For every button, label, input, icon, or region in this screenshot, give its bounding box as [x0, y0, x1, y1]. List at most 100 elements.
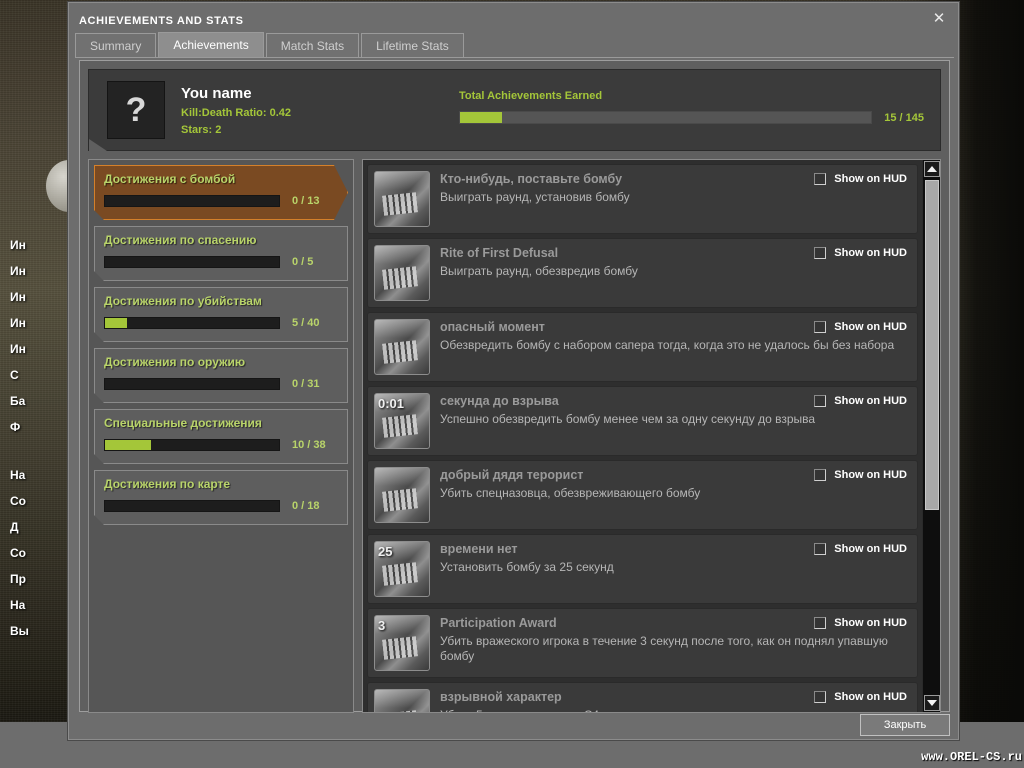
player-stars: Stars: 2 — [181, 123, 222, 136]
scrollbar-thumb[interactable] — [925, 180, 939, 510]
kill-death-ratio: Kill:Death Ratio: 0.42 — [181, 106, 292, 119]
category-item[interactable]: Достижения по спасению 0 / 5 — [94, 226, 348, 281]
category-count: 5 / 40 — [292, 317, 320, 329]
arrow-down-icon[interactable] — [924, 695, 940, 711]
achievement-list-panel: Кто-нибудь, поставьте бомбу Выиграть раун… — [362, 159, 941, 713]
background-menu-item: С — [10, 368, 19, 382]
total-achievements-count: 15 / 145 — [884, 111, 924, 124]
show-on-hud-checkbox[interactable] — [814, 691, 827, 703]
achievement-row[interactable]: взрывной характерУбить 5 игроков взрывом… — [367, 682, 918, 712]
achievement-row[interactable]: Rite of First Defusal Выиграть раунд, обе… — [367, 238, 918, 308]
category-progress-bar — [104, 378, 280, 390]
tab-summary[interactable]: Summary — [75, 33, 157, 57]
category-item[interactable]: Достижения по убийствам 5 / 40 — [94, 287, 348, 342]
achievement-description: Установить бомбу за 25 секунд — [440, 560, 614, 574]
show-on-hud-checkbox[interactable] — [814, 395, 827, 407]
achievement-row[interactable]: 0:01 секунда до взрыва Успешно обезвредить… — [367, 386, 918, 456]
achievement-list: Кто-нибудь, поставьте бомбу Выиграть раун… — [363, 160, 922, 712]
show-on-hud-label: Show on HUD — [834, 247, 907, 259]
show-on-hud-checkbox[interactable] — [814, 247, 827, 259]
category-name: Достижения по карте — [104, 477, 231, 491]
show-on-hud-toggle[interactable]: Show on HUD — [814, 395, 907, 407]
total-achievements-label: Total Achievements Earned — [459, 90, 603, 102]
category-item[interactable]: Достижения по оружию 0 / 31 — [94, 348, 348, 403]
achievement-icon — [374, 319, 430, 375]
tab-match-stats[interactable]: Match Stats — [265, 33, 360, 57]
dialog-titlebar: ACHIEVEMENTS AND STATS ✕ — [69, 3, 958, 31]
achievement-row[interactable]: опасный момент Обезвредить бомбу с наборо… — [367, 312, 918, 382]
show-on-hud-toggle[interactable]: Show on HUD — [814, 173, 907, 185]
category-count: 0 / 18 — [292, 500, 320, 512]
show-on-hud-checkbox[interactable] — [814, 321, 827, 333]
background-menu-item: Ин — [10, 316, 26, 330]
site-watermark: www.OREL-CS.ru — [921, 750, 1022, 764]
achievement-icon: 25 — [374, 541, 430, 597]
dialog-title: ACHIEVEMENTS AND STATS — [79, 15, 244, 27]
total-progress-bar — [459, 111, 873, 124]
content-frame: ? You name Kill:Death Ratio: 0.42 Stars:… — [79, 60, 950, 713]
show-on-hud-toggle[interactable]: Show on HUD — [814, 617, 907, 629]
achievement-row[interactable]: Кто-нибудь, поставьте бомбу Выиграть раун… — [367, 164, 918, 234]
show-on-hud-toggle[interactable]: Show on HUD — [814, 543, 907, 555]
background-menu-item: Ин — [10, 238, 26, 252]
achievement-icon — [374, 689, 430, 712]
show-on-hud-toggle[interactable]: Show on HUD — [814, 321, 907, 333]
tab-lifetime-stats[interactable]: Lifetime Stats — [361, 33, 464, 57]
achievement-icon: 3 — [374, 615, 430, 671]
show-on-hud-checkbox[interactable] — [814, 173, 827, 185]
achievement-description: Успешно обезвредить бомбу менее чем за о… — [440, 412, 816, 426]
achievement-description: Обезвредить бомбу с набором сапера тогда… — [440, 338, 895, 352]
achievement-row[interactable]: 25 времени нет Установить бомбу за 25 секу… — [367, 534, 918, 604]
achievement-description: Убить вражеского игрока в течение 3 секу… — [440, 634, 888, 663]
show-on-hud-toggle[interactable]: Show on HUD — [814, 469, 907, 481]
vertical-scrollbar[interactable] — [922, 160, 940, 712]
background-menu-gap — [10, 440, 72, 462]
category-item[interactable]: Достижения с бомбой 0 / 13 — [94, 165, 348, 220]
background-menu-item: Ин — [10, 264, 26, 278]
background-menu-item: Д — [10, 520, 19, 534]
category-name: Достижения по оружию — [104, 355, 246, 369]
background-menu-item: Ин — [10, 290, 26, 304]
background-menu-item: Ба — [10, 394, 26, 408]
category-item[interactable]: Специальные достижения 10 / 38 — [94, 409, 348, 464]
category-progress-row: 0 / 13 — [104, 195, 338, 207]
achievement-description: Выиграть раунд, обезвредив бомбу — [440, 264, 638, 278]
total-achievements-block: Total Achievements Earned 15 / 145 — [459, 90, 924, 124]
category-progress-row: 0 / 18 — [104, 500, 338, 512]
show-on-hud-checkbox[interactable] — [814, 543, 827, 555]
achievement-icon-badge: 25 — [378, 544, 393, 559]
close-button[interactable]: Закрыть — [860, 714, 950, 736]
category-name: Специальные достижения — [104, 416, 262, 430]
arrow-up-icon[interactable] — [924, 161, 940, 177]
category-count: 10 / 38 — [292, 439, 326, 451]
show-on-hud-label: Show on HUD — [834, 173, 907, 185]
category-progress-bar — [104, 195, 280, 207]
show-on-hud-toggle[interactable]: Show on HUD — [814, 691, 907, 703]
category-count: 0 / 13 — [292, 195, 320, 207]
avatar: ? — [107, 81, 165, 139]
category-item[interactable]: Достижения по карте 0 / 18 — [94, 470, 348, 525]
tab-achievements[interactable]: Achievements — [158, 32, 264, 57]
category-progress-fill — [105, 440, 151, 450]
category-name: Достижения по убийствам — [104, 294, 262, 308]
achievement-row[interactable]: 3 Participation Award Убить вражеского игр… — [367, 608, 918, 678]
show-on-hud-checkbox[interactable] — [814, 469, 827, 481]
category-panel: Достижения с бомбой 0 / 13 Достижения по с… — [88, 159, 354, 713]
achievement-icon — [374, 171, 430, 227]
player-meta: You name Kill:Death Ratio: 0.42 Stars: 2 — [181, 85, 291, 136]
show-on-hud-label: Show on HUD — [834, 395, 907, 407]
show-on-hud-checkbox[interactable] — [814, 617, 827, 629]
background-menu-item: Вы — [10, 624, 29, 638]
achievements-dialog: ACHIEVEMENTS AND STATS ✕ Summary Achievem… — [68, 2, 959, 740]
show-on-hud-toggle[interactable]: Show on HUD — [814, 247, 907, 259]
category-name: Достижения по спасению — [104, 233, 257, 247]
achievement-row[interactable]: добрый дядя терорист Убить спецназовца, о… — [367, 460, 918, 530]
background-main-menu: Ин Ин Ин Ин Ин С Ба Ф На Со Д Со Пр На Вы — [10, 232, 72, 702]
category-progress-row: 0 / 31 — [104, 378, 338, 390]
category-progress-row: 0 / 5 — [104, 256, 338, 268]
category-progress-row: 10 / 38 — [104, 439, 338, 451]
category-name: Достижения с бомбой — [104, 172, 236, 186]
achievement-description: Убить спецназовца, обезвреживающего бомб… — [440, 486, 701, 500]
close-x-icon[interactable]: ✕ — [928, 8, 950, 30]
achievement-icon: 0:01 — [374, 393, 430, 449]
